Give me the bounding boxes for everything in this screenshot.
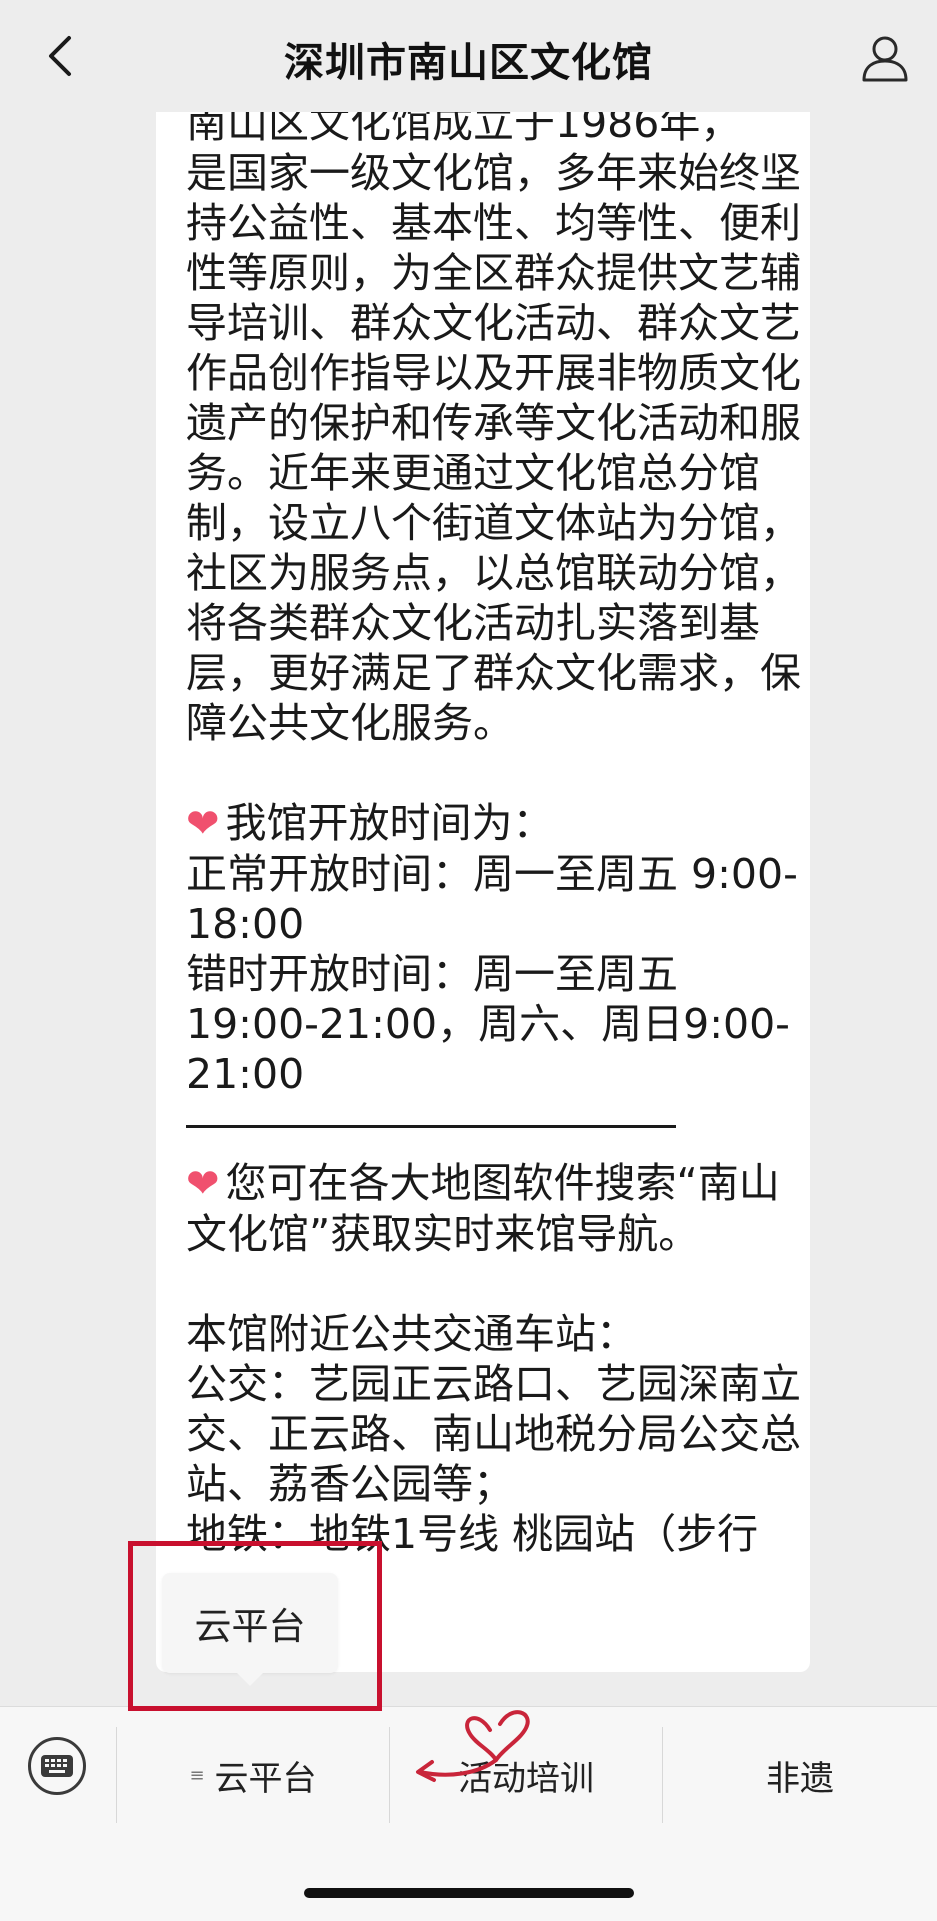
- highlight-box: [128, 1541, 382, 1711]
- nav-bar: 深圳市南山区文化馆: [0, 0, 937, 112]
- nav-tip: 您可在各大地图软件搜索“南山文化馆”获取实时来馆导航。: [186, 1159, 780, 1258]
- hours-heading: 我馆开放时间为：: [225, 799, 554, 847]
- intro-paragraph: 是国家一级文化馆，多年来始终坚持公益性、基本性、均等性、便利性等原则，为全区群众…: [186, 149, 801, 747]
- article-text: 南山区文化馆成立于1986年， 是国家一级文化馆，多年来始终坚持公益性、基本性、…: [186, 98, 806, 1609]
- user-icon: [862, 36, 908, 82]
- transit-heading: 本馆附近公共交通车站：: [186, 1310, 637, 1358]
- hours-heading-line: ❤ 我馆开放时间为：: [186, 798, 806, 849]
- menu-item-cloud-platform[interactable]: ≡ 云平台: [117, 1727, 389, 1823]
- profile-button[interactable]: [853, 26, 917, 90]
- menu-item-label: 云平台: [214, 1758, 317, 1799]
- heart-arrow-decoration: [416, 1710, 530, 1782]
- hours-normal: 正常开放时间：周一至周五 9:00-18:00: [186, 850, 798, 948]
- nav-tip-line: ❤ 您可在各大地图软件搜索“南山文化馆”获取实时来馆导航。: [186, 1158, 806, 1259]
- menu-list-icon: ≡: [189, 1764, 205, 1786]
- menu-item-label: 非遗: [766, 1758, 834, 1799]
- page-title: 深圳市南山区文化馆: [284, 40, 653, 86]
- keyboard-button[interactable]: [28, 1737, 86, 1795]
- hours-staggered: 错时开放时间：周一至周五19:00-21:00，周六、周日9:00-21:00: [186, 950, 790, 1098]
- transit-bus: 公交：艺园正云路口、艺园深南立交、正云路、南山地税分局公交总站、荔香公园等；: [186, 1360, 801, 1508]
- article-bubble: 南山区文化馆成立于1986年， 是国家一级文化馆，多年来始终坚持公益性、基本性、…: [156, 40, 810, 1672]
- home-indicator[interactable]: [304, 1888, 634, 1898]
- heart-icon: ❤: [186, 801, 220, 847]
- divider: [186, 1125, 676, 1128]
- keyboard-icon: [41, 1755, 73, 1777]
- heart-icon: ❤: [186, 1161, 220, 1207]
- menu-item-heritage[interactable]: 非遗: [663, 1727, 937, 1823]
